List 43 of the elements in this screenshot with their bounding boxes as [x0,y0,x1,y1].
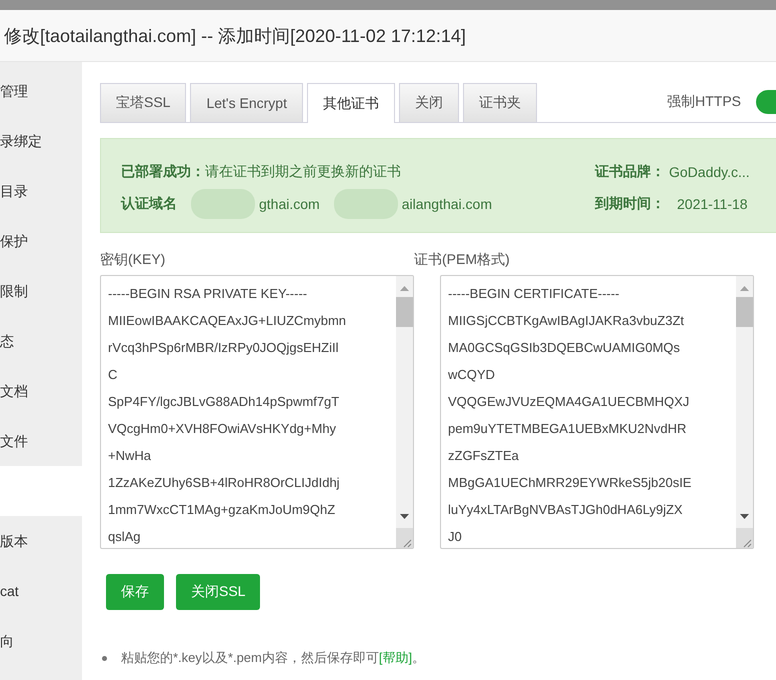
status-message: 已部署成功：请在证书到期之前更换新的证书 [121,163,401,181]
sidebar-item[interactable]: 文件 [0,416,82,466]
certificate-field[interactable]: -----BEGIN CERTIFICATE----- MIIGSjCCBTKgAwIBAgIJAKRa3vbuZ3Zt MA0GCSqGSIb3DQEBCwUAMIG0MQs wCQYD VQQGEwJVUzEQMA4GA1UECBMHQXJ pem9uYTETMBEGA1UEBxMKU2NvdHR zZGFsZTEa MBgGA1UEChMRR29EYWRkeS5jb20sIE luYy4xLTArBgNVBAsTJGh0dHA6Ly9jZX J0 [440,275,754,549]
field-label: 密钥(KEY) [100,250,166,269]
scroll-up-arrow-icon[interactable] [400,286,409,291]
tab[interactable]: 宝塔SSL [100,83,186,122]
scrollbar[interactable] [396,276,413,528]
scroll-up-arrow-icon[interactable] [740,286,749,291]
expiry-value: 2021-11-18 [677,196,748,212]
domain-label: 认证域名 [121,195,177,213]
sidebar-item[interactable]: cat [0,566,82,616]
sidebar-item[interactable]: 保护 [0,216,82,266]
scroll-down-arrow-icon[interactable] [400,514,409,519]
window-title: 修改[taotailangthai.com] -- 添加时间[2020-11-02 17:12:14] [3,24,466,48]
sidebar-item[interactable]: 态 [0,316,82,366]
scroll-down-arrow-icon[interactable] [740,514,749,519]
resize-grip-icon[interactable] [396,528,413,548]
sidebar-item[interactable]: 限制 [0,266,82,316]
force-https-label: 强制HTTPS [667,93,741,111]
sidebar-item[interactable]: 录绑定 [0,116,82,166]
tab[interactable]: Let's Encrypt [190,83,303,122]
brand-value: GoDaddy.c... [669,164,750,180]
expiry-label: 到期时间： [595,195,665,213]
domain-text: ailangthai.com [402,196,492,212]
scrollbar-thumb[interactable] [396,297,413,327]
note-text: 粘贴您的*.key以及*.pem内容，然后保存即可[帮助]。 [121,649,426,667]
scrollbar[interactable] [736,276,753,528]
toggle-switch[interactable] [756,90,776,114]
scrollbar-thumb[interactable] [736,297,753,327]
tab[interactable]: 其他证书 [306,83,395,123]
sidebar-item[interactable]: 目录 [0,166,82,216]
sidebar-item[interactable]: 文档 [0,366,82,416]
field-label: 证书(PEM格式) [414,250,511,269]
sidebar-item[interactable]: 向 [0,616,82,666]
sidebar-item[interactable]: 版本 [0,516,82,566]
domain-text: gthai.com [259,196,320,212]
tab[interactable]: 关闭 [398,83,459,122]
sidebar-item[interactable]: 管理 [0,66,82,116]
resize-grip-icon[interactable] [736,528,753,548]
bullet-icon [102,656,107,660]
brand-label: 证书品牌： [595,163,665,181]
private-key-field[interactable]: -----BEGIN RSA PRIVATE KEY----- MIIEowIBAAKCAQEAxJG+LIUZCmybmn rVcq3hPSp6rMBR/IzRPy0JOQjgsEHZiIl C SpP4FY/lgcJBLvG88ADh14pSpwmf7gT VQcgHm0+XVH8FOwiAVsHKYdg+Mhy +NwHa 1ZzAKeZUhy6SB+4lRoHR8OrCLIJdIdhj 1mm7WxcCT1MAg+gzaKmJoUm9QhZ qslAg [100,275,414,549]
tab[interactable]: 证书夹 [462,83,537,122]
